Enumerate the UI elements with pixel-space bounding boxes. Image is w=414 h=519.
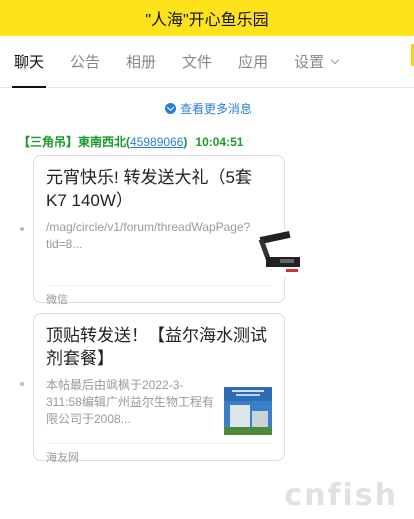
group-title: "人海"开心鱼乐园 bbox=[145, 12, 269, 29]
tab-apps-label: 应用 bbox=[238, 54, 269, 71]
sender-line: 【三角吊】東南西北(45989066) 10:04:51 bbox=[18, 135, 244, 149]
tab-album[interactable]: 相册 bbox=[126, 36, 156, 88]
site-watermark: cnfish bbox=[284, 478, 398, 513]
chevron-circle-icon bbox=[165, 103, 176, 114]
message-time: 10:04:51 bbox=[195, 135, 244, 149]
shared-link-card[interactable]: 元宵快乐! 转发送大礼（5套K7 140W） /mag/circle/v1/fo… bbox=[33, 155, 305, 306]
tab-album-label: 相册 bbox=[126, 54, 157, 71]
tab-settings[interactable]: 设置 bbox=[294, 36, 340, 88]
sender-name: 【三角吊】東南西北 bbox=[18, 135, 127, 149]
tab-settings-label: 设置 bbox=[294, 54, 325, 71]
building-thumbnail-icon bbox=[224, 387, 272, 435]
chevron-down-icon bbox=[330, 55, 340, 64]
lamp-thumbnail-icon bbox=[256, 229, 305, 277]
message-bullet bbox=[20, 382, 24, 386]
card-title: 顶贴转发送！【益尔海水测试剂套餐】 bbox=[46, 326, 267, 368]
tab-apps[interactable]: 应用 bbox=[238, 36, 268, 88]
load-more-label: 查看更多消息 bbox=[180, 102, 253, 116]
tab-bar: 聊天 公告 相册 文件 应用 设置 bbox=[0, 36, 414, 88]
tab-chat[interactable]: 聊天 bbox=[11, 36, 47, 88]
shared-link-card[interactable]: 顶贴转发送！【益尔海水测试剂套餐】 本帖最后由飒枫于2022-3-311:58编… bbox=[33, 313, 285, 464]
message-bullet bbox=[20, 227, 24, 231]
card-source: 海友网 bbox=[46, 443, 272, 469]
tab-announcement-label: 公告 bbox=[70, 54, 101, 71]
card-description: 本帖最后由飒枫于2022-3-311:58编辑广州益尔生物工程有限公司于2008… bbox=[46, 378, 214, 426]
tab-chat-label: 聊天 bbox=[14, 54, 45, 71]
card-source: 微信 bbox=[46, 285, 272, 311]
sender-qq-link[interactable]: 45989066 bbox=[130, 135, 183, 149]
card-title: 元宵快乐! 转发送大礼（5套K7 140W） bbox=[46, 168, 252, 210]
tab-files[interactable]: 文件 bbox=[182, 36, 212, 88]
load-more-link[interactable]: 查看更多消息 bbox=[165, 100, 252, 117]
card-description: /mag/circle/v1/forum/threadWapPage?tid=8… bbox=[46, 220, 251, 251]
tab-files-label: 文件 bbox=[182, 54, 213, 71]
tab-announcement[interactable]: 公告 bbox=[70, 36, 100, 88]
group-title-bar: "人海"开心鱼乐园 bbox=[0, 0, 414, 36]
